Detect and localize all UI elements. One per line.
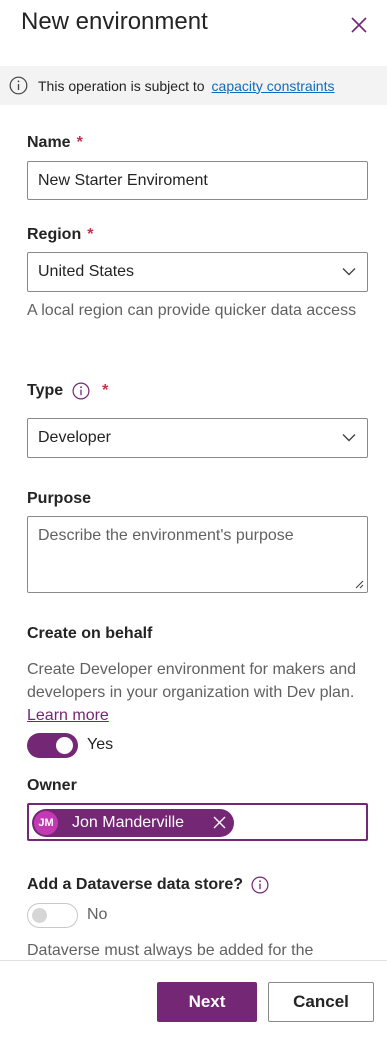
dataverse-toggle-label: No: [87, 906, 108, 923]
dataverse-label-text: Add a Dataverse data store?: [27, 876, 244, 893]
region-hint: A local region can provide quicker data …: [27, 302, 357, 319]
dataverse-note: Dataverse must always be added for the: [27, 942, 314, 959]
create-on-behalf-toggle[interactable]: [27, 733, 78, 758]
name-label: Name *: [27, 134, 83, 152]
name-input[interactable]: New Starter Enviroment: [27, 161, 368, 200]
purpose-placeholder: Describe the environment's purpose: [38, 527, 294, 544]
cancel-button[interactable]: Cancel: [268, 982, 374, 1022]
capacity-banner: This operation is subject to capacity co…: [0, 66, 387, 105]
panel-title: New environment: [21, 8, 208, 35]
remove-owner-icon[interactable]: [213, 816, 226, 829]
type-label: Type *: [27, 382, 108, 400]
region-dropdown[interactable]: United States: [27, 252, 368, 292]
dataverse-label: Add a Dataverse data store?: [27, 876, 269, 894]
region-label: Region *: [27, 226, 93, 244]
required-mark: *: [87, 226, 94, 243]
dataverse-toggle[interactable]: [27, 903, 78, 928]
create-on-behalf-label: Create on behalf: [27, 625, 153, 642]
create-on-behalf-description: Create Developer environment for makers …: [27, 658, 357, 727]
owner-pill: JM Jon Manderville: [32, 809, 234, 837]
resize-grip-icon[interactable]: [354, 579, 364, 589]
learn-more-link[interactable]: Learn more: [27, 707, 109, 724]
type-dropdown[interactable]: Developer: [27, 418, 368, 458]
next-button[interactable]: Next: [157, 982, 257, 1022]
required-mark: *: [102, 382, 109, 399]
capacity-constraints-link[interactable]: capacity constraints: [212, 78, 335, 94]
type-label-text: Type: [27, 382, 64, 399]
footer-divider: [0, 960, 387, 961]
name-input-value: New Starter Enviroment: [38, 171, 208, 189]
required-mark: *: [76, 134, 83, 151]
purpose-label: Purpose: [27, 490, 92, 507]
create-on-behalf-toggle-label: Yes: [87, 736, 114, 753]
avatar: JM: [34, 811, 58, 835]
toggle-knob: [56, 737, 73, 754]
region-value: United States: [38, 263, 135, 280]
info-icon[interactable]: [72, 382, 90, 400]
toggle-knob: [32, 908, 47, 923]
create-on-behalf-text: Create Developer environment for makers …: [27, 661, 357, 701]
banner-text: This operation is subject to: [38, 77, 205, 94]
chevron-down-icon: [342, 434, 356, 442]
owner-label: Owner: [27, 777, 77, 794]
owner-name: Jon Manderville: [72, 814, 185, 831]
info-icon[interactable]: [251, 876, 269, 894]
type-value: Developer: [38, 429, 111, 446]
purpose-textarea[interactable]: Describe the environment's purpose: [27, 516, 368, 593]
close-icon[interactable]: [348, 14, 370, 36]
owner-picker[interactable]: JM Jon Manderville: [27, 803, 368, 841]
name-label-text: Name: [27, 134, 71, 151]
info-icon: [9, 76, 28, 95]
chevron-down-icon: [342, 268, 356, 276]
region-label-text: Region: [27, 226, 82, 243]
